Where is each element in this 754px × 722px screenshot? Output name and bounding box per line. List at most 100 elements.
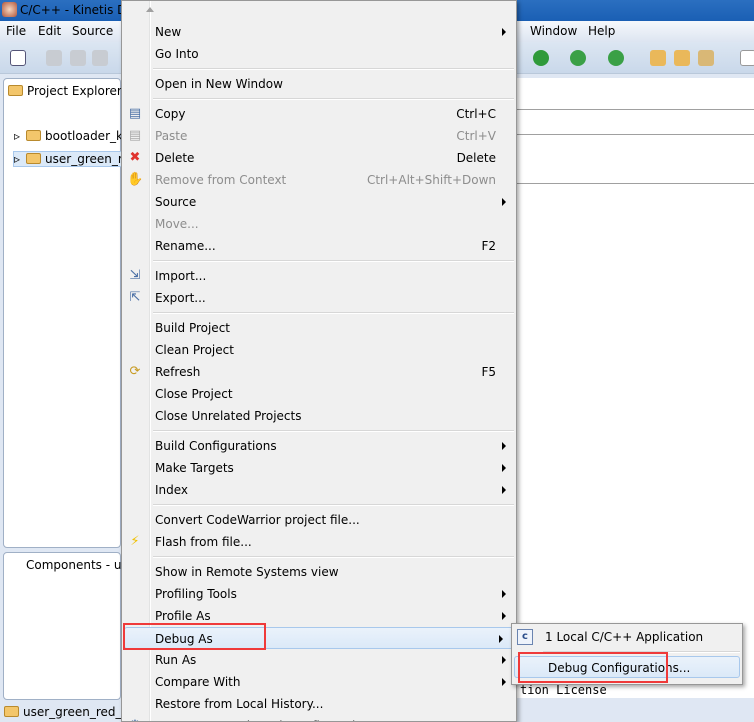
submenu-arrow-icon: [502, 612, 506, 620]
save-all-icon[interactable]: [70, 50, 86, 66]
menu-item-import[interactable]: ⇲ Import...: [122, 265, 516, 287]
menu-item-label: Compare With: [155, 675, 241, 689]
shortcut-label: Ctrl+V: [456, 129, 496, 143]
menu-item-label: Build Project: [155, 321, 230, 335]
menu-item-label: Source: [155, 195, 197, 209]
separator: [122, 95, 516, 103]
editor-area: tion License: [516, 78, 754, 698]
submenu-arrow-icon: [502, 656, 506, 664]
submenu-arrow-icon: [502, 198, 506, 206]
menu-item-new[interactable]: New: [122, 21, 516, 43]
shortcut-label: Ctrl+Alt+Shift+Down: [366, 173, 496, 187]
menu-item-move: Move...: [122, 213, 516, 235]
menu-item-make-targets[interactable]: Make Targets: [122, 457, 516, 479]
menu-item-label: Open in New Window: [155, 77, 283, 91]
run-config-icon[interactable]: [570, 50, 586, 66]
menu-item-compare-with[interactable]: Compare With: [122, 671, 516, 693]
menu-item-label: Profile As: [155, 609, 211, 623]
menu-item-label: Refresh: [155, 365, 201, 379]
project-explorer-tab[interactable]: Project Explorer: [8, 84, 122, 98]
menu-item-local-c-app[interactable]: c 1 Local C/C++ Application: [512, 626, 742, 648]
paste-icon: ▤: [128, 128, 142, 143]
tree-item-bootloader[interactable]: ▹ bootloader_k6: [14, 129, 131, 143]
tree-item-label: user_green_re: [45, 152, 130, 166]
remove-context-icon: ✋: [127, 172, 144, 187]
app-icon: [2, 2, 17, 17]
copy-icon: ▤: [128, 106, 142, 121]
menu-item-label: Show in Remote Systems view: [155, 565, 339, 579]
menu-item-label: New: [155, 25, 182, 39]
menu-item-restore-from-local-history[interactable]: Restore from Local History...: [122, 693, 516, 715]
menu-item-refresh[interactable]: ⟳ Refresh F5: [122, 361, 516, 383]
outline-icon[interactable]: [740, 50, 754, 66]
menu-item-label: Build Configurations: [155, 439, 277, 453]
menu-item-label: Move...: [155, 217, 199, 231]
menu-item-create-usbdm-launch-configuration[interactable]: ⚙Create USBDM launch configuration: [122, 715, 516, 721]
menu-item-label: Export...: [155, 291, 206, 305]
open-folder-icon[interactable]: [650, 50, 666, 66]
menu-item-label: Convert CodeWarrior project file...: [155, 513, 360, 527]
menu-item-open-in-new-window[interactable]: Open in New Window: [122, 73, 516, 95]
menu-item-copy[interactable]: ▤ Copy Ctrl+C: [122, 103, 516, 125]
submenu-arrow-icon: [502, 28, 506, 36]
menu-item-clean-project[interactable]: Clean Project: [122, 339, 516, 361]
components-tab[interactable]: Components - u...: [26, 558, 133, 572]
menu-item-close-project[interactable]: Close Project: [122, 383, 516, 405]
menu-item-index[interactable]: Index: [122, 479, 516, 501]
project-explorer-title: Project Explorer: [27, 84, 122, 98]
menu-item-build-configurations[interactable]: Build Configurations: [122, 435, 516, 457]
menu-item-close-unrelated-projects[interactable]: Close Unrelated Projects: [122, 405, 516, 427]
open-project-icon[interactable]: [674, 50, 690, 66]
menu-item-delete[interactable]: ✖ Delete Delete: [122, 147, 516, 169]
menu-item-show-in-remote-systems-view[interactable]: Show in Remote Systems view: [122, 561, 516, 583]
separator: [122, 553, 516, 561]
usbdm-icon: ⚙: [127, 718, 143, 721]
menu-item-rename[interactable]: Rename... F2: [122, 235, 516, 257]
menu-item-label: Close Project: [155, 387, 233, 401]
highlight-box-debug-configurations: [518, 652, 668, 683]
menu-file[interactable]: File: [6, 24, 26, 38]
menu-item-label: Index: [155, 483, 189, 497]
status-label: user_green_red_bli: [23, 705, 136, 719]
separator: [122, 501, 516, 509]
divider: [516, 109, 754, 110]
new-icon[interactable]: [10, 50, 26, 66]
window-title: C/C++ - Kinetis De: [20, 3, 134, 17]
menu-window[interactable]: Window: [530, 24, 577, 38]
divider: [516, 183, 754, 184]
import-icon: ⇲: [129, 268, 141, 283]
refresh-icon: ⟳: [129, 364, 141, 379]
menu-item-label: Rename...: [155, 239, 216, 253]
separator: [122, 309, 516, 317]
scroll-up-icon[interactable]: [146, 7, 154, 12]
editor-text: tion License: [520, 683, 607, 697]
menu-help[interactable]: Help: [588, 24, 615, 38]
menu-item-label: Clean Project: [155, 343, 234, 357]
delete-icon: ✖: [129, 150, 141, 165]
menu-edit[interactable]: Edit: [38, 24, 61, 38]
c-app-icon: c: [517, 629, 533, 645]
tree-item-label: bootloader_k6: [45, 129, 131, 143]
menu-item-source[interactable]: Source: [122, 191, 516, 213]
menu-item-go-into[interactable]: Go Into: [122, 43, 516, 65]
menu-item-flash-from-file[interactable]: ⚡ Flash from file...: [122, 531, 516, 553]
menu-item-export[interactable]: ⇱ Export...: [122, 287, 516, 309]
separator: [122, 427, 516, 435]
menu-item-label: Flash from file...: [155, 535, 252, 549]
menu-source[interactable]: Source: [72, 24, 113, 38]
run-icon[interactable]: [533, 50, 549, 66]
submenu-arrow-icon: [502, 442, 506, 450]
separator: [122, 65, 516, 73]
tree-item-user-green-red[interactable]: ▹ user_green_re: [13, 151, 131, 167]
menu-item-build-project[interactable]: Build Project: [122, 317, 516, 339]
menu-item-label: Close Unrelated Projects: [155, 409, 302, 423]
divider: [516, 134, 754, 135]
menu-item-run-as[interactable]: Run As: [122, 649, 516, 671]
menu-item-convert-codewarrior-project-file[interactable]: Convert CodeWarrior project file...: [122, 509, 516, 531]
brush-icon[interactable]: [698, 50, 714, 66]
save-icon[interactable]: [46, 50, 62, 66]
external-tools-icon[interactable]: [608, 50, 624, 66]
menu-item-label: Go Into: [155, 47, 199, 61]
print-icon[interactable]: [92, 50, 108, 66]
menu-item-profiling-tools[interactable]: Profiling Tools: [122, 583, 516, 605]
